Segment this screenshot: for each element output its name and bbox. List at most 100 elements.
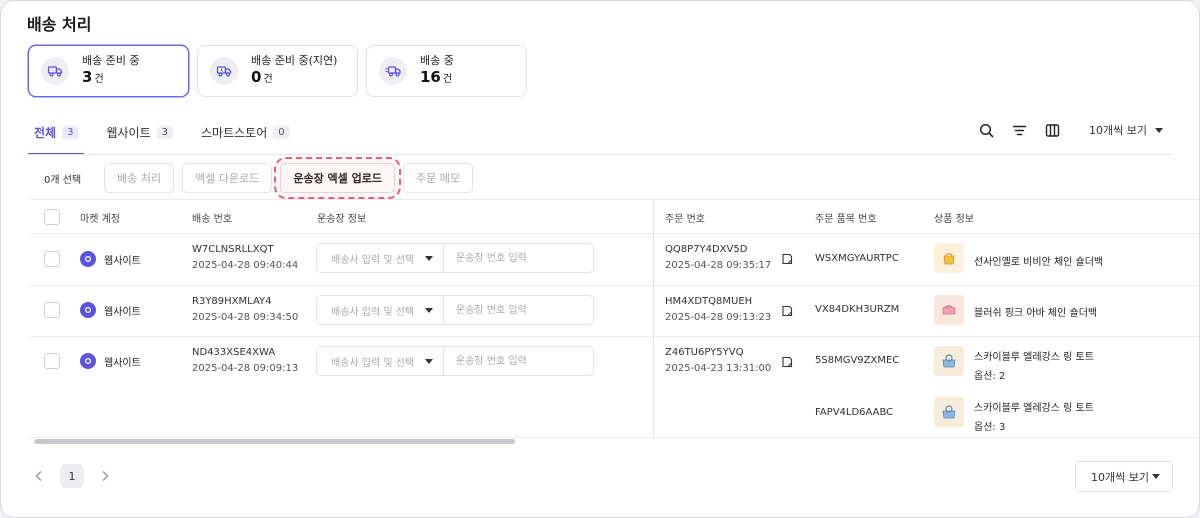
memo-icon[interactable] — [781, 305, 793, 317]
ship-no-cell: ND433XSE4XWA 2025-04-28 09:09:13 — [192, 347, 298, 374]
ship-no: W7CLNSRLLXQT — [192, 244, 274, 255]
carrier-select[interactable]: 배송사 입력 및 선택 — [317, 347, 444, 375]
item-no: FAPV4LD6AABC — [815, 407, 894, 418]
row-checkbox[interactable] — [44, 302, 60, 318]
item-no: 5S8MGV9ZXMEC — [815, 355, 900, 366]
product-name[interactable]: 블러쉬 핑크 아바 체인 숄더백 — [974, 304, 1097, 319]
ship-time: 2025-04-28 09:40:44 — [192, 260, 299, 271]
tab-smartstore[interactable]: 스마트스토어 0 — [195, 118, 296, 146]
truck-delay-icon — [210, 57, 238, 85]
product-thumbnail — [934, 346, 964, 376]
order-memo-button[interactable]: 주문 메모 — [402, 163, 473, 193]
waybill-input-group: 배송사 입력 및 선택 — [316, 243, 594, 273]
ship-process-button[interactable]: 배송 처리 — [104, 163, 175, 193]
table-top-border — [28, 199, 1199, 200]
header-product: 상품 정보 — [934, 214, 974, 225]
memo-icon[interactable] — [781, 253, 793, 265]
carrier-select[interactable]: 배송사 입력 및 선택 — [317, 244, 444, 272]
order-time: 2025-04-28 09:35:17 — [665, 260, 772, 271]
chevron-down-icon — [425, 255, 433, 261]
header-ship-no: 배송 번호 — [192, 214, 232, 225]
status-cards: 배송 준비 중 3건 배송 준비 중(지연) 0건 배송 중 16 건 — [28, 45, 527, 97]
filter-icon[interactable] — [1011, 122, 1027, 138]
tracking-number-input[interactable] — [444, 296, 593, 324]
select-all-checkbox[interactable] — [44, 209, 60, 225]
order-time: 2025-04-23 13:31:00 — [665, 363, 772, 374]
market-label: 웹사이트 — [104, 255, 141, 267]
per-page-label: 10개씩 보기 — [1091, 470, 1149, 484]
status-card-shipping[interactable]: 배송 중 16 건 — [366, 45, 527, 97]
table-tools: 10개씩 보기 — [978, 122, 1163, 138]
waybill-excel-upload-button[interactable]: 운송장 엑셀 업로드 — [280, 163, 395, 193]
row-checkbox[interactable] — [44, 251, 60, 267]
product-thumbnail — [934, 397, 964, 427]
tab-count-badge: 0 — [273, 125, 290, 139]
status-card-count: 16 — [420, 67, 441, 86]
tab-all[interactable]: 전체 3 — [28, 118, 85, 155]
status-card-unit: 건 — [94, 73, 104, 85]
bulk-actions: 0개 선택 배송 처리 엑셀 다운로드 운송장 엑셀 업로드 주문 메모 — [28, 157, 473, 199]
chevron-right-icon[interactable] — [98, 469, 112, 483]
carrier-placeholder: 배송사 입력 및 선택 — [331, 306, 415, 318]
product-thumbnail — [934, 243, 964, 273]
channel-tabs: 전체 3 웹사이트 3 스마트스토어 0 — [28, 118, 312, 156]
ship-no: R3Y89HXMLAY4 — [192, 296, 272, 307]
tab-website[interactable]: 웹사이트 3 — [100, 118, 179, 146]
carrier-select[interactable]: 배송사 입력 및 선택 — [317, 296, 444, 324]
status-card-unit: 건 — [442, 73, 453, 85]
tracking-number-input[interactable] — [444, 244, 593, 272]
carrier-placeholder: 배송사 입력 및 선택 — [331, 254, 415, 266]
tab-label: 스마트스토어 — [201, 125, 268, 140]
tabs-divider — [28, 154, 1173, 155]
header-order-no: 주문 번호 — [665, 214, 705, 225]
status-card-label: 배송 중 — [420, 53, 454, 67]
table-bottom-border — [28, 437, 1199, 438]
upload-highlight: 운송장 엑셀 업로드 — [274, 157, 401, 199]
order-no: QQ8P7Y4DXV5D — [665, 244, 748, 255]
page-button-current[interactable]: 1 — [60, 464, 84, 488]
market-account: 웹사이트 — [80, 302, 141, 318]
header-market: 마켓 계정 — [80, 214, 120, 225]
status-card-label: 배송 준비 중 — [82, 53, 140, 67]
product-name[interactable]: 선사인옐로 비비안 체인 숄더백 — [974, 253, 1103, 268]
carrier-placeholder: 배송사 입력 및 선택 — [331, 357, 415, 369]
tab-count-badge: 3 — [156, 125, 174, 139]
per-page-select[interactable]: 10개씩 보기 — [1075, 461, 1173, 492]
app-window: 배송 처리 배송 준비 중 3건 배송 준비 중(지연) 0건 배송 중 16 … — [0, 0, 1200, 518]
status-card-preparing[interactable]: 배송 준비 중 3건 — [28, 45, 189, 97]
website-icon — [80, 302, 96, 318]
product-info: 스카이블루 엘레강스 링 토트 옵션: 3 — [974, 399, 1094, 433]
product-name[interactable]: 스카이블루 엘레강스 링 토트 — [974, 352, 1094, 363]
product-thumbnail — [934, 295, 964, 325]
view-count-select[interactable]: 10개씩 보기 — [1089, 122, 1163, 138]
row-checkbox[interactable] — [44, 353, 60, 369]
page-title: 배송 처리 — [27, 15, 92, 34]
tracking-number-input[interactable] — [444, 347, 593, 375]
waybill-input-group: 배송사 입력 및 선택 — [316, 295, 594, 325]
search-icon[interactable] — [978, 122, 994, 138]
product-option: 옵션: 2 — [974, 371, 1006, 382]
column-divider — [653, 199, 654, 439]
orders-table: 마켓 계정 배송 번호 운송장 정보 주문 번호 주문 품목 번호 상품 정보 … — [28, 199, 1199, 439]
order-time: 2025-04-28 09:13:23 — [665, 312, 772, 323]
order-no: HM4XDTQ8MUEH — [665, 296, 753, 307]
chevron-down-icon — [1152, 474, 1160, 479]
website-icon — [80, 353, 96, 369]
status-card-count: 0 — [251, 67, 262, 86]
truck-moving-icon — [379, 57, 407, 85]
pagination: 1 — [32, 464, 112, 488]
header-border — [28, 233, 1199, 234]
chevron-left-icon[interactable] — [32, 469, 46, 483]
order-no-cell: HM4XDTQ8MUEH 2025-04-28 09:13:23 — [665, 296, 771, 323]
memo-icon[interactable] — [781, 356, 793, 368]
truck-icon — [41, 57, 69, 85]
excel-download-button[interactable]: 엑셀 다운로드 — [182, 163, 273, 193]
status-card-delayed[interactable]: 배송 준비 중(지연) 0건 — [197, 45, 358, 97]
ship-no-cell: W7CLNSRLLXQT 2025-04-28 09:40:44 — [192, 244, 298, 271]
ship-no-cell: R3Y89HXMLAY4 2025-04-28 09:34:50 — [192, 296, 298, 323]
item-no: VX84DKH3URZM — [815, 304, 900, 315]
product-name[interactable]: 스카이블루 엘레강스 링 토트 — [974, 403, 1094, 414]
chevron-down-icon — [425, 358, 433, 364]
columns-icon[interactable] — [1044, 122, 1060, 138]
horizontal-scrollbar[interactable] — [34, 439, 515, 444]
